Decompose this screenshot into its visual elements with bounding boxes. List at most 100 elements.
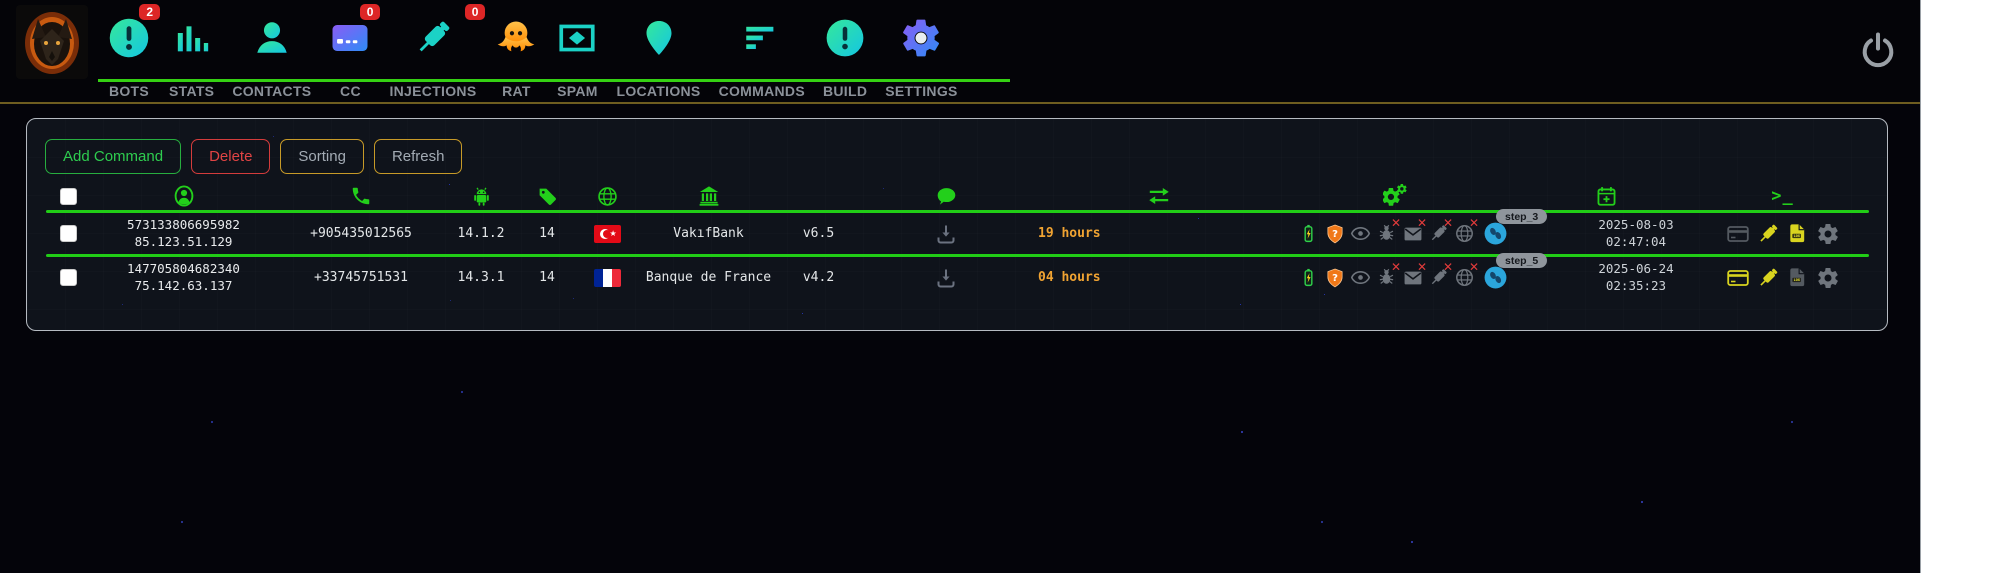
syringe-disabled-icon: ✕ [1427, 260, 1453, 289]
x-mark: ✕ [1416, 260, 1427, 274]
phone-icon [276, 185, 446, 207]
nav-label: BOTS [108, 83, 150, 99]
nav-label: SPAM [557, 83, 598, 99]
nav-label: CC [340, 83, 361, 99]
syringe-icon [412, 0, 454, 76]
last-seen: 04 hours [1038, 270, 1101, 285]
nav-item-contacts[interactable]: CONTACTS [223, 0, 320, 102]
nav-active-underline [98, 79, 1010, 82]
bug-disabled-icon: ✕ [1375, 260, 1401, 289]
nav-item-locations[interactable]: LOCATIONS [607, 0, 709, 102]
nav-item-commands[interactable]: COMMANDS [710, 0, 814, 102]
commands-panel: Add Command Delete Sorting Refresh >_ 57… [26, 118, 1888, 331]
calendar-plus-icon [1511, 185, 1701, 208]
card-action-icon[interactable] [1725, 221, 1750, 246]
bot-id: 573133806695982 [127, 217, 240, 233]
nav-label: BUILD [822, 83, 868, 99]
android-version: 14.1.2 [457, 226, 505, 241]
sorting-button[interactable]: Sorting [280, 139, 364, 174]
card-action-icon[interactable] [1725, 265, 1750, 290]
nav-item-stats[interactable]: STATS [160, 0, 223, 102]
table-row: 147705804682340 75.142.63.137 +337457515… [46, 253, 1869, 298]
status-icons: ✕ ✕ ✕ ✕ step_5 [1281, 253, 1548, 290]
filter-bars-icon [741, 0, 783, 76]
octopus-icon [494, 0, 538, 76]
table-row: 573133806695982 85.123.51.129 +905435012… [46, 209, 1869, 254]
add-command-button[interactable]: Add Command [45, 139, 182, 174]
row-checkbox[interactable] [60, 269, 77, 286]
nav-label: COMMANDS [718, 83, 805, 99]
settings-action-icon[interactable] [1815, 265, 1840, 290]
nav-item-build[interactable]: BUILD [814, 0, 876, 102]
x-mark: ✕ [1442, 216, 1453, 230]
table-header-row: >_ [46, 182, 1869, 210]
logout-power-button[interactable] [1855, 28, 1901, 74]
inject-version: v6.5 [802, 226, 835, 241]
app-screen: 2 BOTS STATS CONTACTS 0 CC 0 INJECTIONS … [0, 0, 2014, 573]
flag-turkey: ★ [593, 224, 621, 243]
top-navigation-bar: 2 BOTS STATS CONTACTS 0 CC 0 INJECTIONS … [0, 0, 1920, 104]
battery-icon [1297, 222, 1320, 245]
main-nav: 2 BOTS STATS CONTACTS 0 CC 0 INJECTIONS … [98, 0, 967, 102]
row-actions [1701, 265, 1864, 290]
x-mark: ✕ [1390, 216, 1401, 230]
gears-icon [1281, 183, 1511, 209]
mail-disabled-icon: ✕ [1401, 216, 1427, 245]
download-icon[interactable] [934, 221, 959, 246]
sdk-level: 14 [539, 226, 555, 241]
x-mark: ✕ [1468, 260, 1479, 274]
nav-label: CONTACTS [232, 83, 312, 99]
nav-label: STATS [169, 83, 215, 99]
battery-icon [1297, 266, 1320, 289]
bank-name: Banque de France [645, 270, 772, 285]
phone-number: +905435012565 [310, 226, 412, 241]
status-icons: ✕ ✕ ✕ ✕ step_3 [1281, 209, 1548, 246]
nav-item-settings[interactable]: SETTINGS [876, 0, 966, 102]
step-badge: step_5 [1496, 253, 1548, 268]
mail-disabled-icon: ✕ [1401, 260, 1427, 289]
bots-count-badge: 2 [139, 4, 160, 20]
row-checkbox[interactable] [60, 225, 77, 242]
x-mark: ✕ [1442, 260, 1453, 274]
step-badge: step_3 [1496, 209, 1548, 224]
bank-icon [636, 184, 781, 208]
x-mark: ✕ [1390, 260, 1401, 274]
transfer-arrows-icon [1036, 183, 1281, 209]
nav-label: INJECTIONS [389, 83, 477, 99]
bank-name: VakıfBank [673, 226, 744, 241]
bug-disabled-icon: ✕ [1375, 216, 1401, 245]
wolf-logo [16, 5, 88, 79]
last-connect-date: 2025-06-24 [1598, 260, 1674, 276]
inject-version: v4.2 [802, 270, 835, 285]
download-icon[interactable] [934, 265, 959, 290]
nav-item-spam[interactable]: SPAM [547, 0, 607, 102]
inject-action-icon[interactable] [1755, 265, 1780, 290]
nav-item-bots[interactable]: 2 BOTS [98, 0, 160, 102]
bar-chart-icon [172, 0, 212, 76]
x-mark: ✕ [1468, 216, 1479, 230]
app-status: step_5 [1483, 253, 1548, 290]
nav-item-cc[interactable]: 0 CC [320, 0, 381, 102]
injections-count-badge: 0 [464, 4, 486, 20]
app-circle-icon [1483, 265, 1508, 290]
gear-icon [899, 0, 943, 76]
alert-circle-icon [824, 0, 866, 76]
refresh-button[interactable]: Refresh [373, 139, 463, 174]
commands-toolbar: Add Command Delete Sorting Refresh [45, 139, 463, 174]
mail-diamond-icon [556, 0, 598, 76]
settings-action-icon[interactable] [1815, 221, 1840, 246]
chat-bubble-icon [856, 185, 1036, 208]
nav-item-rat[interactable]: RAT [485, 0, 547, 102]
shield-question-icon [1323, 222, 1346, 245]
android-version: 14.3.1 [457, 270, 505, 285]
inject-action-icon[interactable] [1755, 221, 1780, 246]
delete-button[interactable]: Delete [191, 139, 271, 174]
eye-icon [1349, 266, 1372, 289]
nav-label: SETTINGS [885, 83, 958, 99]
logs-action-icon[interactable] [1785, 221, 1810, 246]
bot-ip: 75.142.63.137 [134, 277, 233, 293]
nav-item-injections[interactable]: 0 INJECTIONS [380, 0, 486, 102]
user-circle-icon [91, 184, 276, 208]
select-all-checkbox[interactable] [60, 187, 77, 205]
logs-action-icon[interactable] [1785, 265, 1810, 290]
